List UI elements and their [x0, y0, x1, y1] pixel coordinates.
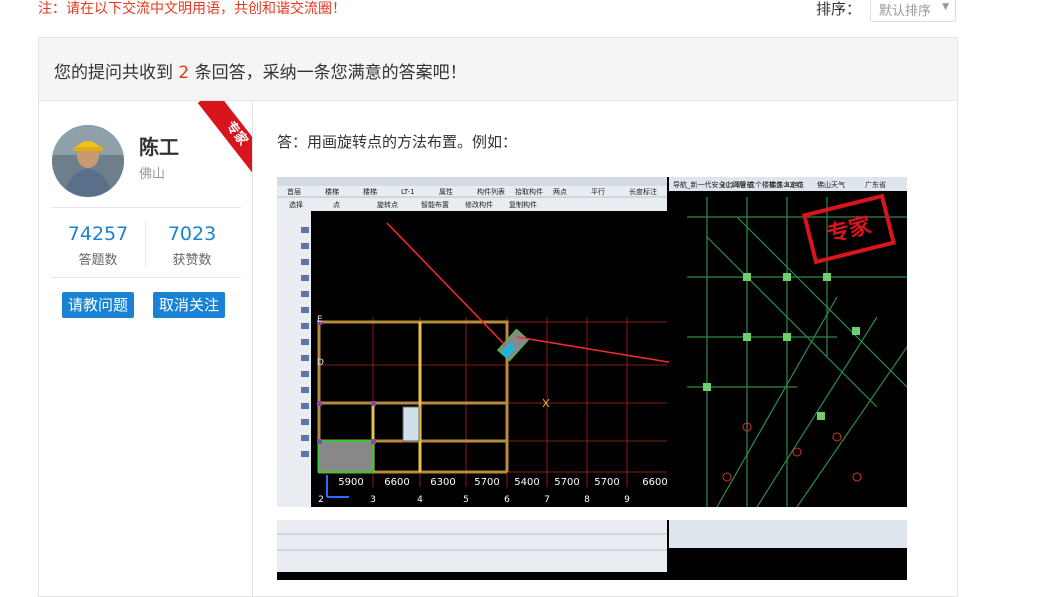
axis-letter: E	[317, 315, 323, 325]
answer-screenshot[interactable]: 首层 楼梯 楼梯 LT-1 属性 构件列表 拾取构件 两点 平行 长度标注 选择 点 旋转点 智能布置 修…	[277, 177, 907, 507]
answer-screenshot-2[interactable]	[277, 520, 907, 580]
axis-number: 5	[463, 495, 469, 505]
axis-number: 7	[544, 495, 550, 505]
toolbar-item: 两点	[553, 188, 567, 196]
toolbar-item: 修改构件	[465, 200, 493, 209]
toolbar-item: 智能布置	[421, 200, 449, 209]
expert-badge: 专家	[194, 101, 252, 173]
axis-number: 4	[417, 495, 423, 505]
axis-dimension: 5700	[594, 477, 619, 488]
caret-down-icon: ▼	[942, 2, 949, 12]
divider	[51, 207, 241, 208]
expert-city: 佛山	[139, 167, 166, 182]
toolbar-item: 拾取构件	[515, 187, 543, 196]
toolbar-item: 点	[333, 201, 340, 209]
sort-label: 排序：	[816, 0, 862, 18]
answer-text: 答：用画旋转点的方法布置。例如：	[277, 133, 518, 151]
divider	[51, 277, 241, 278]
notice-text: 注：请在以下交流中文明用语，共创和谐交流圈！	[38, 1, 346, 17]
toolbar-item: LT-1	[401, 188, 415, 196]
axis-number: 8	[584, 495, 590, 505]
axis-dimension: 5700	[474, 477, 499, 488]
toolbar-item: 构件列表	[477, 187, 505, 196]
answers-count: 74257	[67, 223, 129, 245]
likes-label: 获赞数	[172, 253, 212, 268]
toolbar-item: 复制构件	[509, 200, 537, 209]
axis-dimension: 6600	[642, 477, 667, 488]
header-prefix: 您的提问共收到	[54, 63, 173, 83]
axis-number: 3	[370, 495, 376, 505]
browser-tab: 佛山天气	[817, 180, 845, 189]
browser-tab: 广东省	[865, 180, 886, 189]
expert-name[interactable]: 陈工	[139, 131, 179, 160]
answer-count: 2	[178, 63, 190, 83]
toolbar-item: 平行	[591, 187, 605, 196]
toolbar-item: 选择	[289, 200, 303, 209]
expert-card: 陈工 佛山 专家 74257 答题数 7023 获赞数 请教问题 取消关注	[41, 101, 253, 596]
axis-letter: D	[317, 358, 324, 368]
axis-dimension: 6600	[384, 477, 409, 488]
answers-label: 答题数	[78, 253, 118, 268]
panel-header: 您的提问共收到 2 条回答，采纳一条您满意的答案吧！	[39, 38, 957, 101]
expert-badge-label: 专家	[197, 101, 252, 173]
sort-select[interactable]: 默认排序 ▼	[870, 0, 956, 22]
axis-number: 6	[504, 495, 510, 505]
likes-count: 7023	[167, 223, 217, 245]
toolbar-item: 楼梯	[363, 187, 377, 196]
stat-likes: 7023 获赞数	[145, 223, 239, 268]
axis-dimension: 5400	[514, 477, 539, 488]
toolbar-item: 首层	[287, 187, 301, 196]
sort-selected: 默认排序	[879, 4, 932, 19]
unfollow-button[interactable]: 取消关注	[153, 292, 226, 318]
axis-number: 9	[624, 495, 630, 505]
toolbar-item: 旋转点	[377, 200, 398, 209]
ask-question-button[interactable]: 请教问题	[62, 292, 135, 318]
axis-dimension: 5700	[554, 477, 579, 488]
avatar[interactable]	[52, 125, 124, 197]
toolbar-item: 楼梯	[325, 187, 339, 196]
browser-tab: 软件 8345	[769, 180, 803, 189]
header-suffix: 条回答，采纳一条您满意的答案吧！	[194, 63, 467, 83]
stat-answers: 74257 答题数	[51, 223, 145, 268]
axis-dimension: 6300	[430, 477, 455, 488]
toolbar-item: 长度标注	[629, 187, 657, 196]
toolbar-item: 属性	[439, 187, 453, 196]
axis-dimension: 5900	[338, 477, 363, 488]
axis-number: 2	[318, 495, 324, 505]
